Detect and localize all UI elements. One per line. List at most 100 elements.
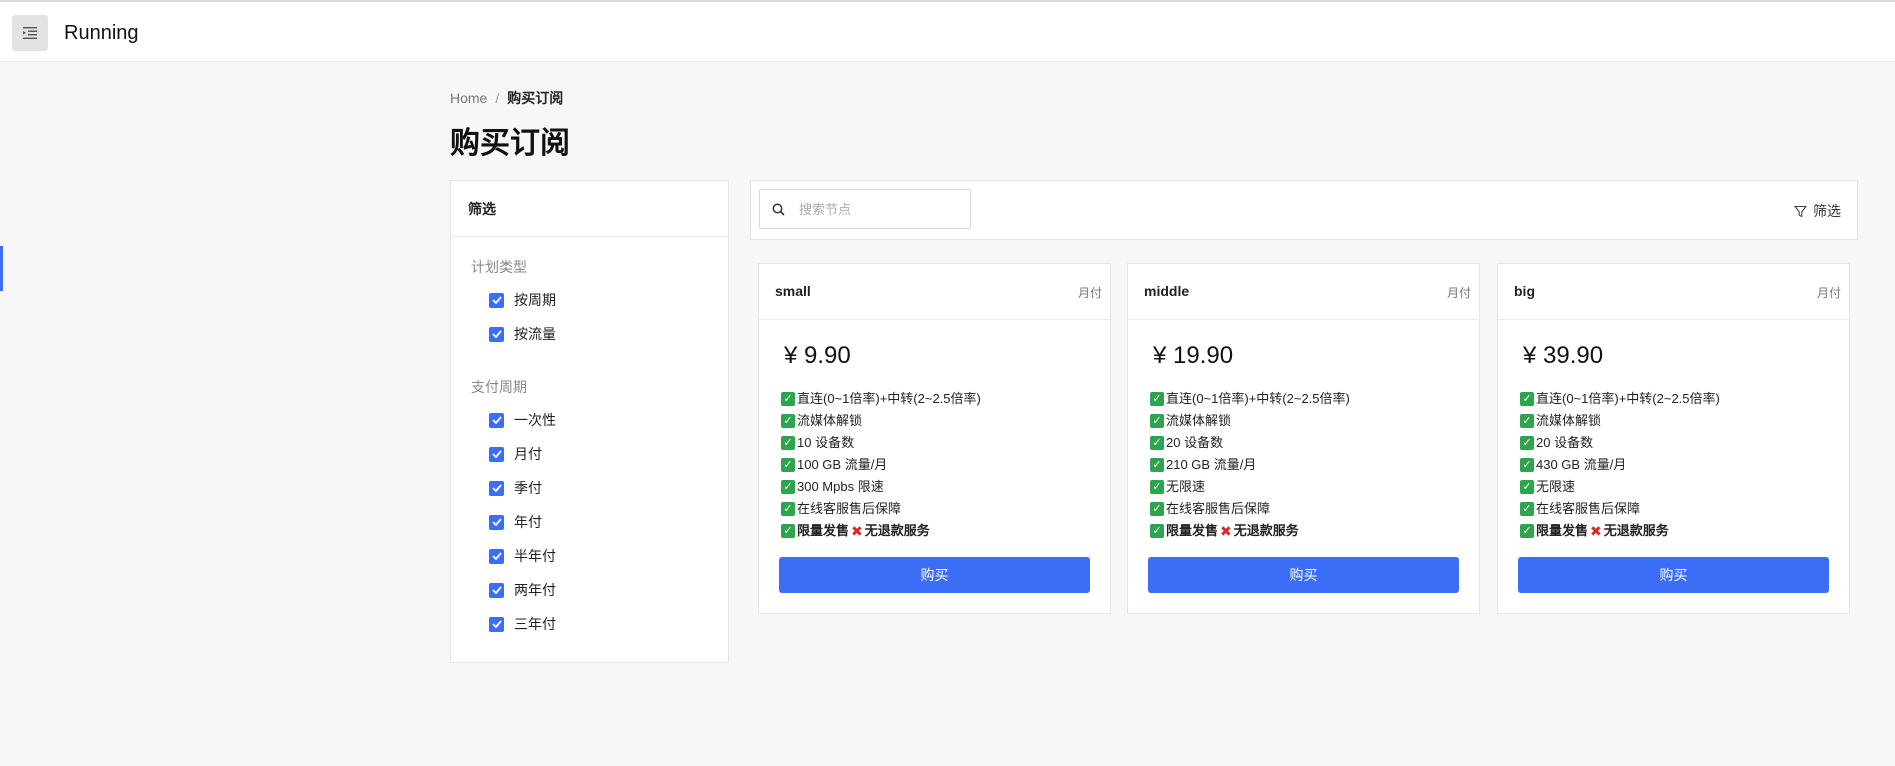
breadcrumb-home[interactable]: Home [450, 90, 487, 106]
check-mark-icon: ✓ [1150, 502, 1164, 516]
checkbox-checked-icon [489, 582, 504, 598]
plan-features: ✓ 直连(0~1倍率)+中转(2~2.5倍率) ✓ 流媒体解锁 ✓ 10 设备数 ✓ 1… [781, 388, 981, 542]
feature-item: ✓ 无限速 [1520, 476, 1720, 498]
feature-text: 直连(0~1倍率)+中转(2~2.5倍率) [1536, 391, 1720, 406]
plan-card-header: middle 月付 [1128, 264, 1479, 320]
checkbox-checked-icon [489, 412, 504, 428]
filter-button[interactable]: 筛选 [1794, 201, 1841, 221]
feature-item: ✓ 210 GB 流量/月 [1150, 454, 1350, 476]
checkbox-checked-icon [489, 292, 504, 308]
breadcrumb-separator: / [495, 90, 500, 106]
checkbox-label: 两年付 [514, 582, 556, 598]
page-title: 购买订阅 [450, 127, 570, 160]
plan-period: 月付 [1077, 286, 1102, 300]
feature-item: ✓ 流媒体解锁 [1520, 410, 1720, 432]
buy-button[interactable]: 购买 [1148, 557, 1459, 593]
feature-text: 300 Mpbs 限速 [797, 479, 884, 494]
feature-text: 无限速 [1166, 479, 1206, 494]
check-mark-icon: ✓ [781, 414, 795, 428]
check-mark-icon: ✓ [1520, 414, 1534, 428]
plan-period: 月付 [1446, 286, 1471, 300]
promo-limited: 限量发售 [797, 523, 850, 538]
checkbox-onetime[interactable]: 一次性 [489, 410, 556, 430]
check-mark-icon: ✓ [1150, 436, 1164, 450]
check-mark-icon: ✓ [1520, 392, 1534, 406]
check-mark-icon: ✓ [1520, 502, 1534, 516]
plan-card-middle: middle 月付 ¥ 19.90 ✓ 直连(0~1倍率)+中转(2~2.5倍率)… [1127, 263, 1480, 614]
feature-text: 直连(0~1倍率)+中转(2~2.5倍率) [1166, 391, 1350, 406]
filter-icon [1794, 205, 1807, 217]
checkbox-by-traffic[interactable]: 按流量 [489, 324, 556, 344]
cross-mark-icon: ✖ [851, 523, 863, 539]
checkbox-label: 季付 [514, 480, 542, 496]
feature-item: ✓ 100 GB 流量/月 [781, 454, 981, 476]
checkbox-by-period[interactable]: 按周期 [489, 290, 556, 310]
app-title: Running [64, 22, 139, 44]
check-mark-icon: ✓ [1150, 414, 1164, 428]
feature-text: 流媒体解锁 [797, 413, 863, 428]
search-box[interactable] [759, 189, 971, 229]
feature-item: ✓ 直连(0~1倍率)+中转(2~2.5倍率) [1150, 388, 1350, 410]
plan-price: ¥ 19.90 [1153, 342, 1234, 369]
checkbox-checked-icon [489, 616, 504, 632]
promo-no-refund: 无退款服务 [864, 523, 930, 538]
plan-card-header: small 月付 [759, 264, 1110, 320]
feature-item: ✓ 直连(0~1倍率)+中转(2~2.5倍率) [1520, 388, 1720, 410]
feature-text: 在线客服售后保障 [1536, 501, 1641, 516]
plan-card-small: small 月付 ¥ 9.90 ✓ 直连(0~1倍率)+中转(2~2.5倍率) ✓… [758, 263, 1111, 614]
feature-text: 20 设备数 [1536, 435, 1594, 450]
feature-item: ✓ 直连(0~1倍率)+中转(2~2.5倍率) [781, 388, 981, 410]
check-mark-icon: ✓ [1520, 524, 1534, 538]
plan-features: ✓ 直连(0~1倍率)+中转(2~2.5倍率) ✓ 流媒体解锁 ✓ 20 设备数 ✓ 4… [1520, 388, 1720, 542]
buy-button[interactable]: 购买 [779, 557, 1090, 593]
checkbox-label: 年付 [514, 514, 542, 530]
feature-item: ✓ 无限速 [1150, 476, 1350, 498]
feature-text: 210 GB 流量/月 [1166, 457, 1257, 472]
promo-no-refund: 无退款服务 [1233, 523, 1299, 538]
feature-text: 20 设备数 [1166, 435, 1224, 450]
checkbox-label: 三年付 [514, 616, 556, 632]
plan-price: ¥ 9.90 [784, 342, 851, 369]
checkbox-label: 一次性 [514, 412, 556, 428]
checkbox-checked-icon [489, 326, 504, 342]
check-mark-icon: ✓ [1520, 480, 1534, 494]
checkbox-three-years[interactable]: 三年付 [489, 614, 556, 634]
feature-text: 10 设备数 [797, 435, 855, 450]
checkbox-checked-icon [489, 446, 504, 462]
checkbox-label: 按周期 [514, 292, 556, 308]
checkbox-label: 月付 [514, 446, 542, 462]
buy-button[interactable]: 购买 [1518, 557, 1829, 593]
checkbox-quarterly[interactable]: 季付 [489, 478, 542, 498]
search-input[interactable] [797, 200, 951, 218]
feature-item: ✓ 流媒体解锁 [781, 410, 981, 432]
promo-no-refund: 无退款服务 [1603, 523, 1669, 538]
checkbox-half-yearly[interactable]: 半年付 [489, 546, 556, 566]
plan-features: ✓ 直连(0~1倍率)+中转(2~2.5倍率) ✓ 流媒体解锁 ✓ 20 设备数 ✓ 2… [1150, 388, 1350, 542]
plan-name: small [775, 283, 811, 299]
feature-item-promo: ✓ 限量发售 ✖ 无退款服务 [781, 520, 981, 542]
feature-item: ✓ 10 设备数 [781, 432, 981, 454]
checkbox-yearly[interactable]: 年付 [489, 512, 542, 532]
plan-name: middle [1144, 283, 1190, 299]
feature-item: ✓ 流媒体解锁 [1150, 410, 1350, 432]
plan-period: 月付 [1816, 286, 1841, 300]
plan-name: big [1514, 283, 1535, 299]
feature-text: 100 GB 流量/月 [797, 457, 888, 472]
menu-toggle-button[interactable] [12, 15, 48, 51]
breadcrumb-current: 购买订阅 [507, 90, 564, 106]
check-mark-icon: ✓ [1520, 436, 1534, 450]
check-mark-icon: ✓ [1150, 458, 1164, 472]
cross-mark-icon: ✖ [1220, 523, 1232, 539]
search-icon [772, 203, 785, 216]
checkbox-monthly[interactable]: 月付 [489, 444, 542, 464]
feature-item: ✓ 在线客服售后保障 [1520, 498, 1720, 520]
check-mark-icon: ✓ [781, 502, 795, 516]
checkbox-checked-icon [489, 514, 504, 530]
plan-type-label: 计划类型 [471, 259, 527, 275]
checkbox-two-years[interactable]: 两年付 [489, 580, 556, 600]
cross-mark-icon: ✖ [1590, 523, 1602, 539]
check-mark-icon: ✓ [1150, 392, 1164, 406]
feature-item: ✓ 在线客服售后保障 [1150, 498, 1350, 520]
checkbox-checked-icon [489, 548, 504, 564]
feature-text: 流媒体解锁 [1536, 413, 1602, 428]
